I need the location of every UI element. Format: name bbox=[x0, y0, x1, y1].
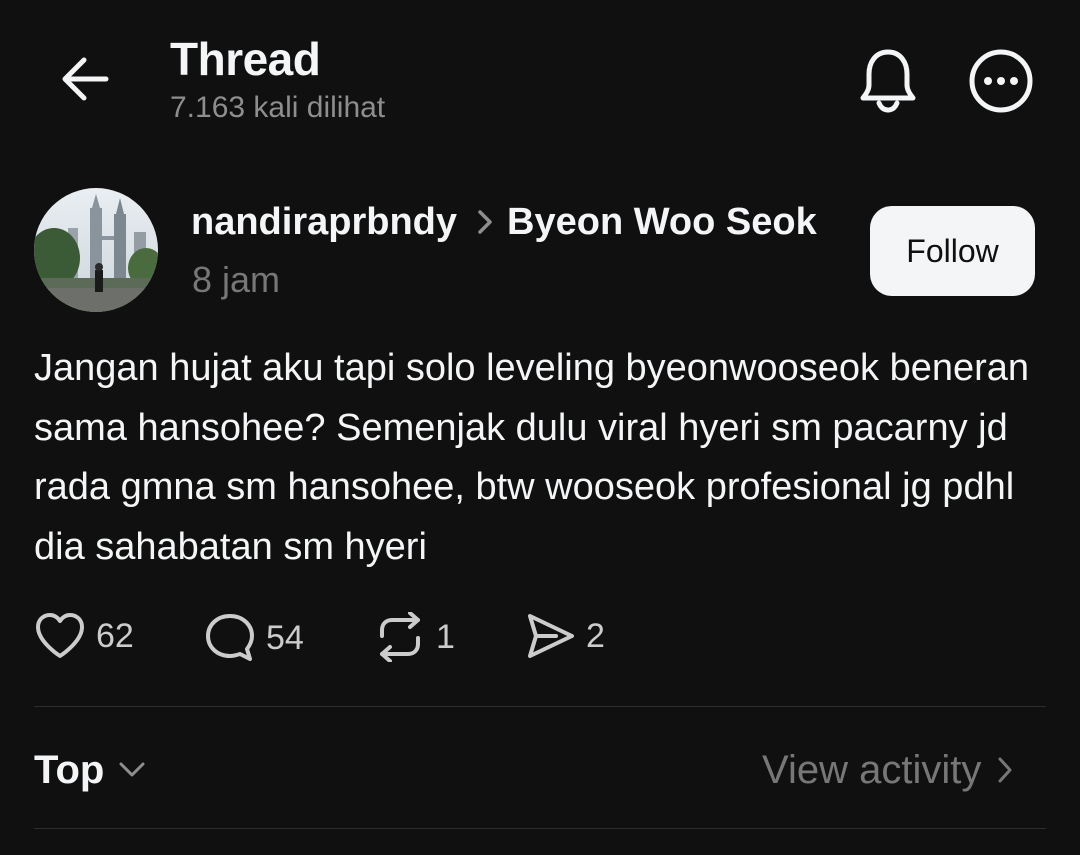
bell-icon bbox=[860, 49, 916, 113]
reply-to-user[interactable]: Byeon Woo Seok bbox=[507, 201, 817, 244]
divider bbox=[34, 828, 1046, 829]
sort-label: Top bbox=[34, 747, 105, 792]
sort-dropdown[interactable]: Top bbox=[34, 743, 146, 797]
view-count: 7.163 kali dilihat bbox=[170, 91, 386, 124]
notifications-button[interactable] bbox=[853, 44, 923, 116]
share-count: 2 bbox=[586, 616, 605, 655]
comment-icon bbox=[206, 614, 254, 661]
chevron-down-icon bbox=[118, 761, 146, 779]
heart-icon bbox=[36, 613, 84, 658]
repost-button[interactable]: 1 bbox=[374, 612, 455, 662]
avatar-photo bbox=[34, 188, 158, 312]
view-activity-link[interactable]: View activity bbox=[762, 743, 1013, 797]
reply-count: 54 bbox=[266, 618, 304, 657]
more-options-button[interactable] bbox=[966, 46, 1036, 116]
share-button[interactable]: 2 bbox=[524, 612, 605, 660]
post-actions: 62 54 1 2 bbox=[34, 612, 654, 668]
chevron-right-icon bbox=[477, 209, 493, 235]
post-text: Jangan hujat aku tapi solo leveling byeo… bbox=[34, 347, 1030, 568]
avatar[interactable] bbox=[34, 188, 158, 312]
more-icon bbox=[969, 49, 1033, 113]
divider bbox=[34, 706, 1046, 707]
post-author-row: nandiraprbndy Byeon Woo Seok bbox=[191, 197, 817, 247]
reply-button[interactable]: 54 bbox=[204, 612, 304, 664]
like-count: 62 bbox=[96, 616, 134, 655]
author-username[interactable]: nandiraprbndy bbox=[191, 201, 457, 244]
repost-icon bbox=[380, 612, 420, 662]
arrow-left-icon bbox=[62, 57, 109, 101]
send-icon bbox=[528, 614, 574, 658]
view-activity-label: View activity bbox=[762, 747, 982, 792]
like-button[interactable]: 62 bbox=[34, 612, 134, 660]
page-title: Thread bbox=[170, 33, 321, 85]
post-timestamp: 8 jam bbox=[192, 259, 281, 300]
back-button[interactable] bbox=[50, 48, 120, 110]
chevron-right-icon bbox=[997, 755, 1013, 785]
repost-count: 1 bbox=[436, 617, 455, 656]
follow-button[interactable]: Follow bbox=[870, 206, 1035, 296]
